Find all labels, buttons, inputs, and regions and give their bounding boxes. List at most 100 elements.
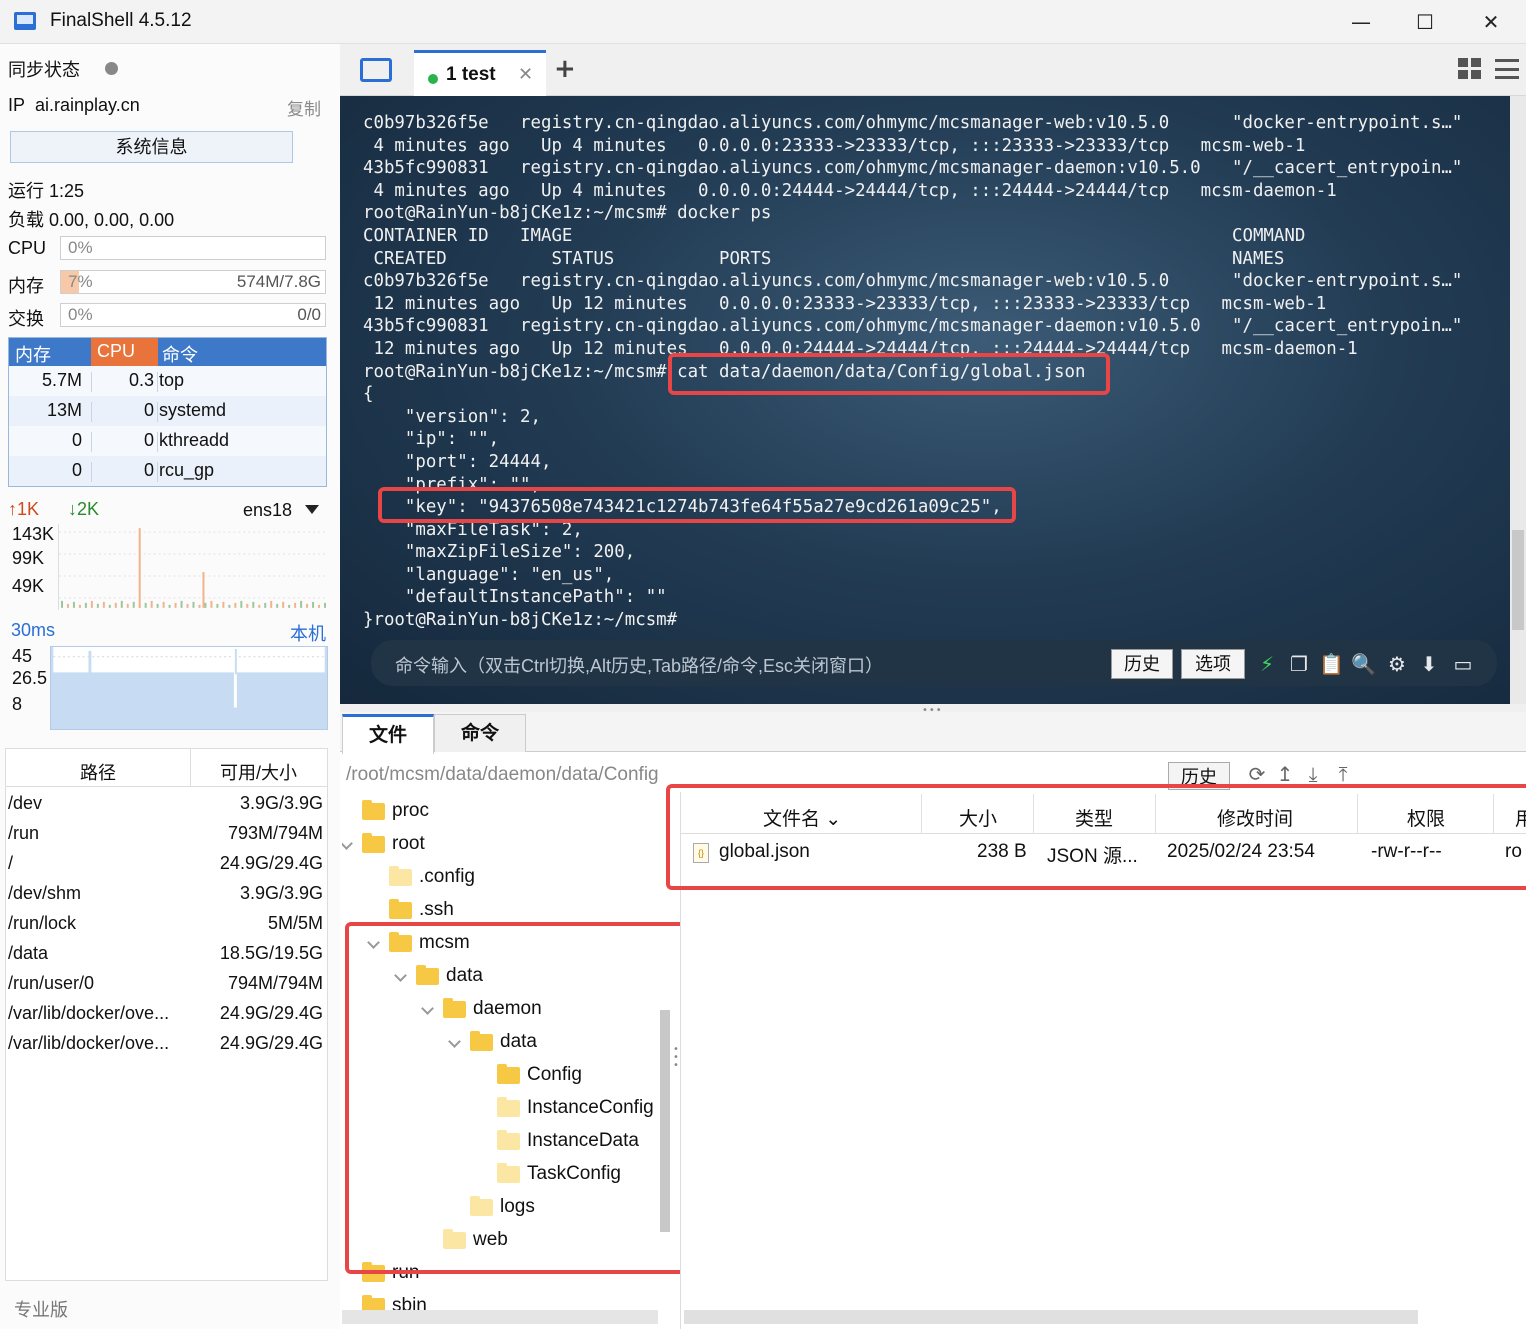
upload-icon[interactable]: ⤒: [1332, 762, 1354, 786]
session-tab-test[interactable]: 1 test ✕: [414, 50, 546, 96]
chevron-down-icon[interactable]: [342, 837, 353, 850]
traffic-bar: [132, 601, 135, 608]
ip-label: IP: [8, 95, 26, 115]
current-path[interactable]: /root/mcsm/data/daemon/data/Config: [346, 764, 659, 786]
process-row[interactable]: 13M 0 systemd: [9, 396, 326, 426]
search-icon[interactable]: 🔍: [1351, 652, 1376, 676]
disk-size: 794M/794M: [227, 973, 323, 993]
paste-icon[interactable]: 📋: [1319, 652, 1344, 676]
add-tab-button[interactable]: +: [554, 54, 576, 84]
traffic-bar: [258, 604, 261, 608]
system-info-button[interactable]: 系统信息: [10, 131, 293, 163]
traffic-bar: [318, 604, 321, 608]
options-button[interactable]: 选项: [1181, 649, 1245, 679]
disk-row[interactable]: / 24.9G/29.4G: [6, 849, 327, 879]
connected-status-icon: [428, 74, 438, 84]
net-y-label-bottom: 49K: [12, 576, 45, 596]
memory-percent: 7%: [68, 272, 93, 291]
menu-icon[interactable]: [1495, 59, 1519, 79]
traffic-bar: [270, 600, 273, 608]
arrow-down-icon[interactable]: ⬇: [1417, 652, 1441, 676]
disk-row[interactable]: /data 18.5G/19.5G: [6, 939, 327, 969]
history-button[interactable]: 历史: [1111, 649, 1173, 679]
disk-row[interactable]: /dev/shm 3.9G/3.9G: [6, 879, 327, 909]
traffic-bar: [312, 601, 315, 608]
network-interface-select[interactable]: ens18: [243, 500, 292, 521]
traffic-bar: [90, 600, 93, 608]
terminal-line: 4 minutes ago Up 4 minutes 0.0.0.0:23333…: [363, 135, 1306, 156]
net-upload-rate: ↑1K: [8, 499, 40, 519]
tree-item-label: .config: [419, 866, 475, 887]
terminal-scrollbar-thumb[interactable]: [1512, 530, 1524, 630]
command-input-placeholder[interactable]: 命令输入（双击Ctrl切换,Alt历史,Tab路径/命令,Esc关闭窗口）: [395, 652, 883, 678]
disk-row[interactable]: /run 793M/794M: [6, 819, 327, 849]
disk-row[interactable]: /run/user/0 794M/794M: [6, 969, 327, 999]
process-command: systemd: [159, 400, 227, 420]
disk-row[interactable]: /dev 3.9G/3.9G: [6, 789, 327, 819]
traffic-bar: [240, 600, 243, 608]
disk-col-size[interactable]: 可用/大小: [220, 759, 297, 785]
process-table: 内存 CPU 命令 5.7M 0.3 top 13M 0 systemd 0 0 kthread…: [8, 337, 327, 487]
proc-col-command[interactable]: 命令: [162, 341, 198, 367]
download-icon[interactable]: ⤓: [1302, 762, 1324, 786]
traffic-bar: [264, 602, 267, 608]
minimize-button[interactable]: —: [1338, 6, 1384, 38]
traffic-bar: [120, 600, 123, 608]
disk-col-path[interactable]: 路径: [80, 759, 116, 785]
traffic-bar: [246, 603, 249, 608]
latency-host-label[interactable]: 本机: [290, 620, 326, 646]
process-row[interactable]: 5.7M 0.3 top: [9, 366, 326, 396]
title-bar: FinalShell 4.5.12 — ☐ ✕: [0, 0, 1526, 44]
disk-path: /dev: [8, 793, 43, 813]
traffic-bar: [186, 603, 189, 608]
terminal-line: "port": 24444,: [363, 451, 552, 472]
cpu-label: CPU: [8, 238, 47, 258]
proc-col-memory[interactable]: 内存: [15, 341, 51, 367]
disk-path: /: [8, 853, 14, 873]
disk-row[interactable]: /run/lock 5M/5M: [6, 909, 327, 939]
traffic-bar: [198, 604, 201, 608]
open-session-folder-icon[interactable]: [360, 58, 392, 82]
tab-files[interactable]: 文件: [342, 714, 434, 754]
copy-ip-link[interactable]: 复制: [287, 95, 321, 120]
window-title: FinalShell 4.5.12: [50, 10, 192, 31]
command-input-bar[interactable]: 命令输入（双击Ctrl切换,Alt历史,Tab路径/命令,Esc关闭窗口） 历史…: [371, 640, 1497, 686]
traffic-bar: [228, 604, 231, 608]
window-icon[interactable]: ▭: [1451, 652, 1475, 676]
process-cpu: 0: [143, 460, 154, 480]
disk-row[interactable]: /var/lib/docker/ove... 24.9G/29.4G: [6, 1029, 327, 1059]
refresh-icon[interactable]: ⟳: [1246, 762, 1268, 786]
traffic-bar: [294, 602, 297, 608]
proc-col-cpu[interactable]: CPU: [97, 341, 135, 362]
go-up-icon[interactable]: ↥: [1274, 762, 1296, 786]
traffic-bar: [96, 603, 99, 608]
swap-label: 交换: [8, 309, 44, 329]
tab-commands[interactable]: 命令: [434, 714, 526, 752]
process-table-header: 内存 CPU 命令: [9, 338, 326, 366]
copy-icon[interactable]: ❐: [1287, 652, 1311, 676]
cpu-meter: 0%: [60, 236, 326, 260]
gear-icon[interactable]: ⚙: [1385, 652, 1409, 676]
layout-grid-icon[interactable]: [1458, 58, 1482, 80]
process-memory: 0: [71, 430, 82, 450]
terminal-output[interactable]: c0b97b326f5e registry.cn-qingdao.aliyunc…: [340, 96, 1510, 704]
file-list-horizontal-scrollbar[interactable]: [684, 1310, 1418, 1324]
session-tab-bar: 1 test ✕ +: [340, 44, 1526, 96]
process-command: rcu_gp: [159, 460, 215, 480]
disk-row[interactable]: /var/lib/docker/ove... 24.9G/29.4G: [6, 999, 327, 1029]
disk-path: /var/lib/docker/ove...: [8, 1033, 170, 1053]
close-window-button[interactable]: ✕: [1468, 6, 1514, 38]
terminal-line: }root@RainYun-b8jCKe1z:~/mcsm#: [363, 610, 688, 631]
tree-horizontal-scrollbar[interactable]: [342, 1310, 658, 1324]
process-row[interactable]: 0 0 rcu_gp: [9, 456, 326, 486]
lightning-icon[interactable]: ⚡: [1255, 652, 1279, 676]
memory-meter: 7% 574M/7.8G: [60, 270, 326, 294]
process-row[interactable]: 0 0 kthreadd: [9, 426, 326, 456]
maximize-button[interactable]: ☐: [1402, 6, 1448, 38]
traffic-bar: [150, 600, 153, 608]
close-tab-icon[interactable]: ✕: [518, 64, 533, 85]
file-panel-tabs: 文件 命令: [340, 712, 1526, 754]
disk-path: /data: [8, 943, 49, 963]
chevron-down-icon[interactable]: [305, 505, 319, 514]
net-download-rate: ↓2K: [68, 499, 100, 519]
